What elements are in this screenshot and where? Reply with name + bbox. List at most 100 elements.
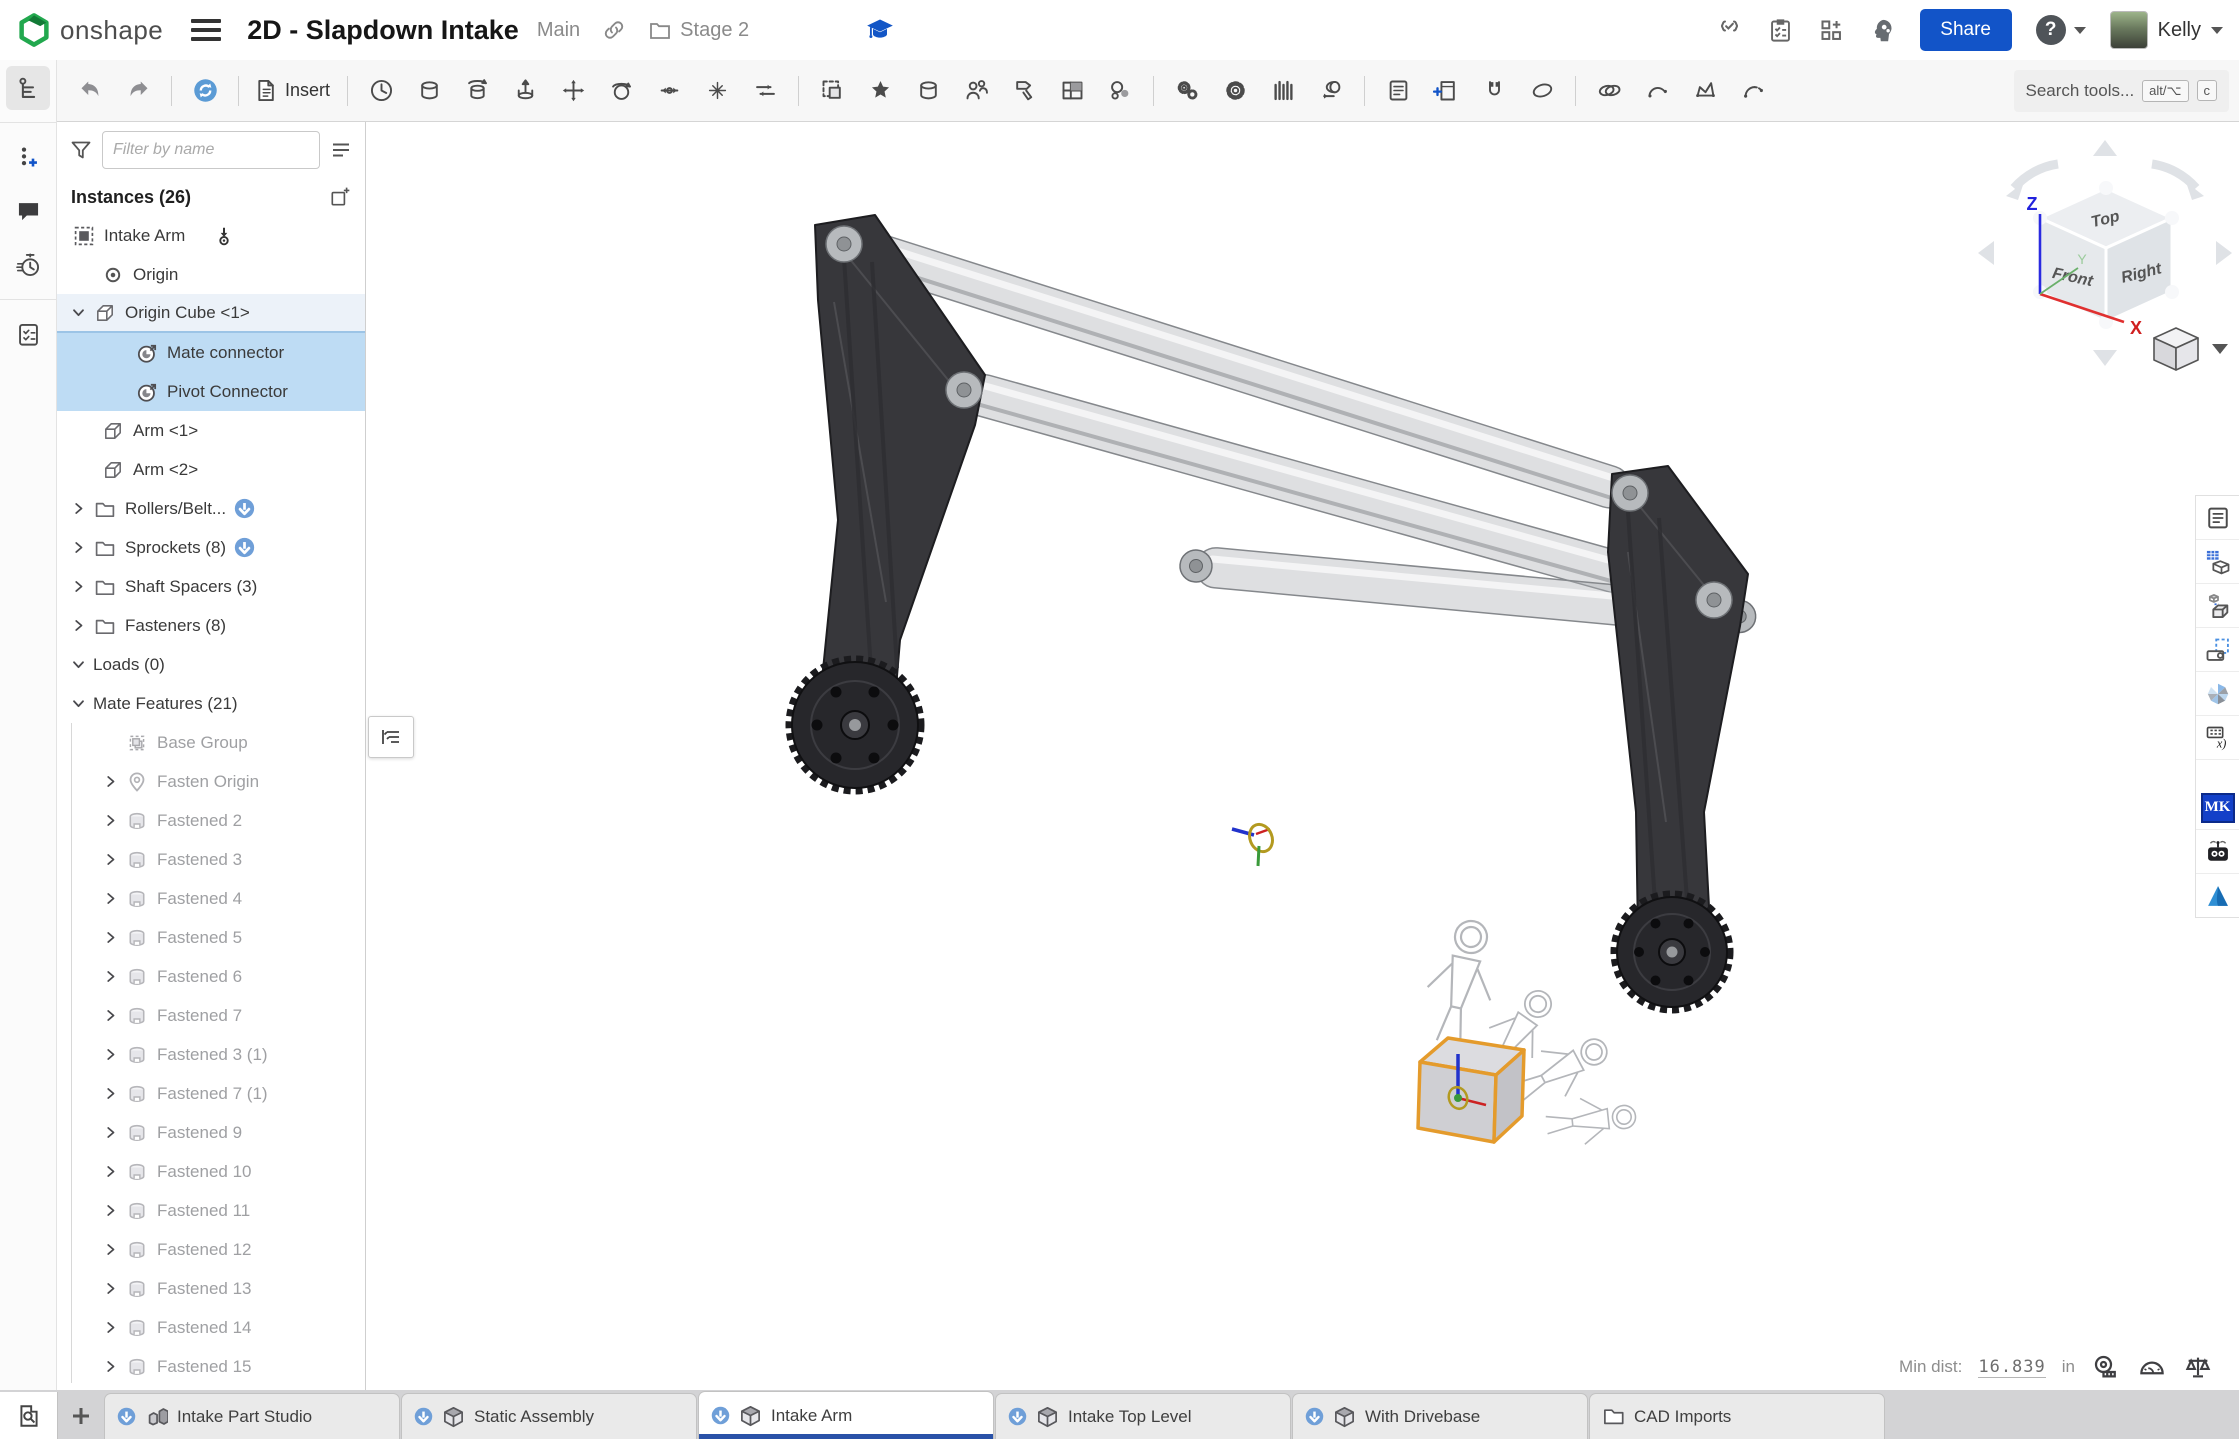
assembly-scene[interactable]: Top Front Right Z X Y bbox=[366, 122, 2239, 1390]
user-name[interactable]: Kelly bbox=[2158, 19, 2201, 42]
bom-panel-icon[interactable] bbox=[2196, 496, 2239, 540]
tree-item-origin[interactable]: Origin bbox=[57, 255, 365, 294]
pin-slot-mate-button[interactable] bbox=[646, 68, 692, 114]
tab-cad-imports[interactable]: CAD Imports bbox=[1589, 1393, 1885, 1439]
min-dist-value[interactable]: 16.839 bbox=[1978, 1357, 2045, 1378]
view-options-icon[interactable] bbox=[329, 138, 353, 162]
protractor-icon[interactable] bbox=[2137, 1352, 2167, 1382]
tree-item-fastened-3-1[interactable]: Fastened 3 (1) bbox=[57, 1035, 365, 1074]
bom-table-button[interactable] bbox=[1375, 68, 1421, 114]
chevron-right-icon[interactable] bbox=[95, 1086, 125, 1101]
tree-item-fastened-7[interactable]: Fastened 7 bbox=[57, 996, 365, 1035]
render-studio-icon[interactable] bbox=[2196, 672, 2239, 716]
tree-item-fastened-4[interactable]: Fastened 4 bbox=[57, 879, 365, 918]
workspace-name[interactable]: Main bbox=[537, 19, 580, 42]
chevron-right-icon[interactable] bbox=[95, 1320, 125, 1335]
filter-input[interactable] bbox=[102, 131, 320, 169]
tab-static-assembly[interactable]: Static Assembly bbox=[401, 1393, 697, 1439]
sprocket-left[interactable] bbox=[789, 659, 921, 791]
chevron-right-icon[interactable] bbox=[95, 1242, 125, 1257]
tab-intake-top-level[interactable]: Intake Top Level bbox=[995, 1393, 1291, 1439]
mass-properties-icon[interactable] bbox=[2183, 1352, 2213, 1382]
tape-measure-icon[interactable] bbox=[2091, 1352, 2121, 1382]
configurations-panel-icon[interactable] bbox=[2196, 540, 2239, 584]
rack-relation-button[interactable] bbox=[1260, 68, 1306, 114]
intake-arm-right[interactable] bbox=[1608, 466, 1748, 934]
tree-item-fastened-6[interactable]: Fastened 6 bbox=[57, 957, 365, 996]
graphics-viewport[interactable]: Top Front Right Z X Y Min dist: 16.839 i… bbox=[366, 122, 2239, 1390]
tree-item-fastened-14[interactable]: Fastened 14 bbox=[57, 1308, 365, 1347]
apps-grid-icon[interactable] bbox=[1818, 17, 1845, 44]
chevron-right-icon[interactable] bbox=[95, 969, 125, 984]
view-cube[interactable]: Top Front Right Z X Y bbox=[1978, 140, 2232, 366]
chevron-right-icon[interactable] bbox=[95, 891, 125, 906]
tree-item-mate-connector[interactable]: Mate connector bbox=[57, 333, 365, 372]
chevron-right-icon[interactable] bbox=[95, 774, 125, 789]
altium-app-icon[interactable] bbox=[2196, 874, 2239, 917]
gear-relation-button[interactable] bbox=[1164, 68, 1210, 114]
search-tools-button[interactable]: Search tools... alt/⌥ c bbox=[2014, 70, 2230, 112]
rollback-button[interactable] bbox=[1308, 68, 1354, 114]
view-mode-button[interactable] bbox=[2154, 328, 2228, 370]
chevron-down-icon[interactable] bbox=[63, 657, 93, 672]
collapse-tree-button[interactable] bbox=[368, 716, 414, 758]
named-positions-button[interactable] bbox=[857, 68, 903, 114]
measure-arc-button[interactable] bbox=[1730, 68, 1776, 114]
chevron-right-icon[interactable] bbox=[95, 1047, 125, 1062]
sprocket-right[interactable] bbox=[1614, 894, 1730, 1010]
magnetic-mate-button[interactable] bbox=[1471, 68, 1517, 114]
slider-mate-button[interactable] bbox=[502, 68, 548, 114]
mate-button[interactable] bbox=[358, 68, 404, 114]
tree-item-fastened-13[interactable]: Fastened 13 bbox=[57, 1269, 365, 1308]
tree-item-loads-0[interactable]: Loads (0) bbox=[57, 645, 365, 684]
exploded-view-button[interactable] bbox=[1682, 68, 1728, 114]
box-select-button[interactable] bbox=[809, 68, 855, 114]
tree-item-arm-1[interactable]: Arm <1> bbox=[57, 411, 365, 450]
replicate-button[interactable] bbox=[953, 68, 999, 114]
link-icon[interactable] bbox=[602, 18, 626, 42]
history-icon[interactable] bbox=[6, 243, 50, 287]
custom-features-icon[interactable]: x) bbox=[2196, 716, 2239, 760]
insert-feature-button[interactable] bbox=[1423, 68, 1469, 114]
chevron-down-icon[interactable] bbox=[63, 696, 93, 711]
derived-part-icon[interactable] bbox=[2196, 584, 2239, 628]
assembly-structure-icon[interactable] bbox=[6, 66, 50, 110]
add-tab-button[interactable] bbox=[58, 1392, 104, 1439]
mate-connector-button[interactable] bbox=[905, 68, 951, 114]
configurations-button[interactable] bbox=[1049, 68, 1095, 114]
tab-with-drivebase[interactable]: With Drivebase bbox=[1292, 1393, 1588, 1439]
chevron-right-icon[interactable] bbox=[95, 1203, 125, 1218]
chevron-down-icon[interactable] bbox=[63, 305, 93, 320]
tree-item-base-group[interactable]: Base Group bbox=[57, 723, 365, 762]
chevron-right-icon[interactable] bbox=[95, 1125, 125, 1140]
parallel-mate-button[interactable] bbox=[742, 68, 788, 114]
chevron-right-icon[interactable] bbox=[95, 930, 125, 945]
show-mate-connectors-button[interactable] bbox=[1634, 68, 1680, 114]
insert-instance-icon[interactable] bbox=[329, 186, 351, 208]
chevron-right-icon[interactable] bbox=[95, 1008, 125, 1023]
tree-item-fasteners-8[interactable]: Fasteners (8) bbox=[57, 606, 365, 645]
robot-app-icon[interactable] bbox=[2196, 830, 2239, 874]
help-button[interactable]: ? bbox=[2036, 15, 2066, 45]
main-menu-button[interactable] bbox=[191, 19, 221, 41]
insert-button[interactable]: Insert bbox=[249, 68, 337, 114]
filter-icon[interactable] bbox=[69, 138, 93, 162]
feature-script-icon[interactable] bbox=[1716, 17, 1743, 44]
revolute-mate-button[interactable] bbox=[454, 68, 500, 114]
share-button[interactable]: Share bbox=[1920, 9, 2012, 51]
cylindrical-mate-button[interactable] bbox=[598, 68, 644, 114]
planar-mate-button[interactable] bbox=[550, 68, 596, 114]
cam-relation-button[interactable] bbox=[1212, 68, 1258, 114]
update-rotate-button[interactable] bbox=[182, 68, 228, 114]
redo-button[interactable] bbox=[115, 68, 161, 114]
chevron-right-icon[interactable] bbox=[95, 852, 125, 867]
tasks-checklist-icon[interactable] bbox=[1767, 17, 1794, 44]
tree-item-fastened-12[interactable]: Fastened 12 bbox=[57, 1230, 365, 1269]
origin-cube[interactable] bbox=[1418, 1038, 1524, 1142]
tree-item-arm-2[interactable]: Arm <2> bbox=[57, 450, 365, 489]
ball-mate-button[interactable] bbox=[694, 68, 740, 114]
section-view-button[interactable] bbox=[1519, 68, 1565, 114]
tree-item-fastened-3[interactable]: Fastened 3 bbox=[57, 840, 365, 879]
appearance-button[interactable] bbox=[1097, 68, 1143, 114]
undo-button[interactable] bbox=[67, 68, 113, 114]
